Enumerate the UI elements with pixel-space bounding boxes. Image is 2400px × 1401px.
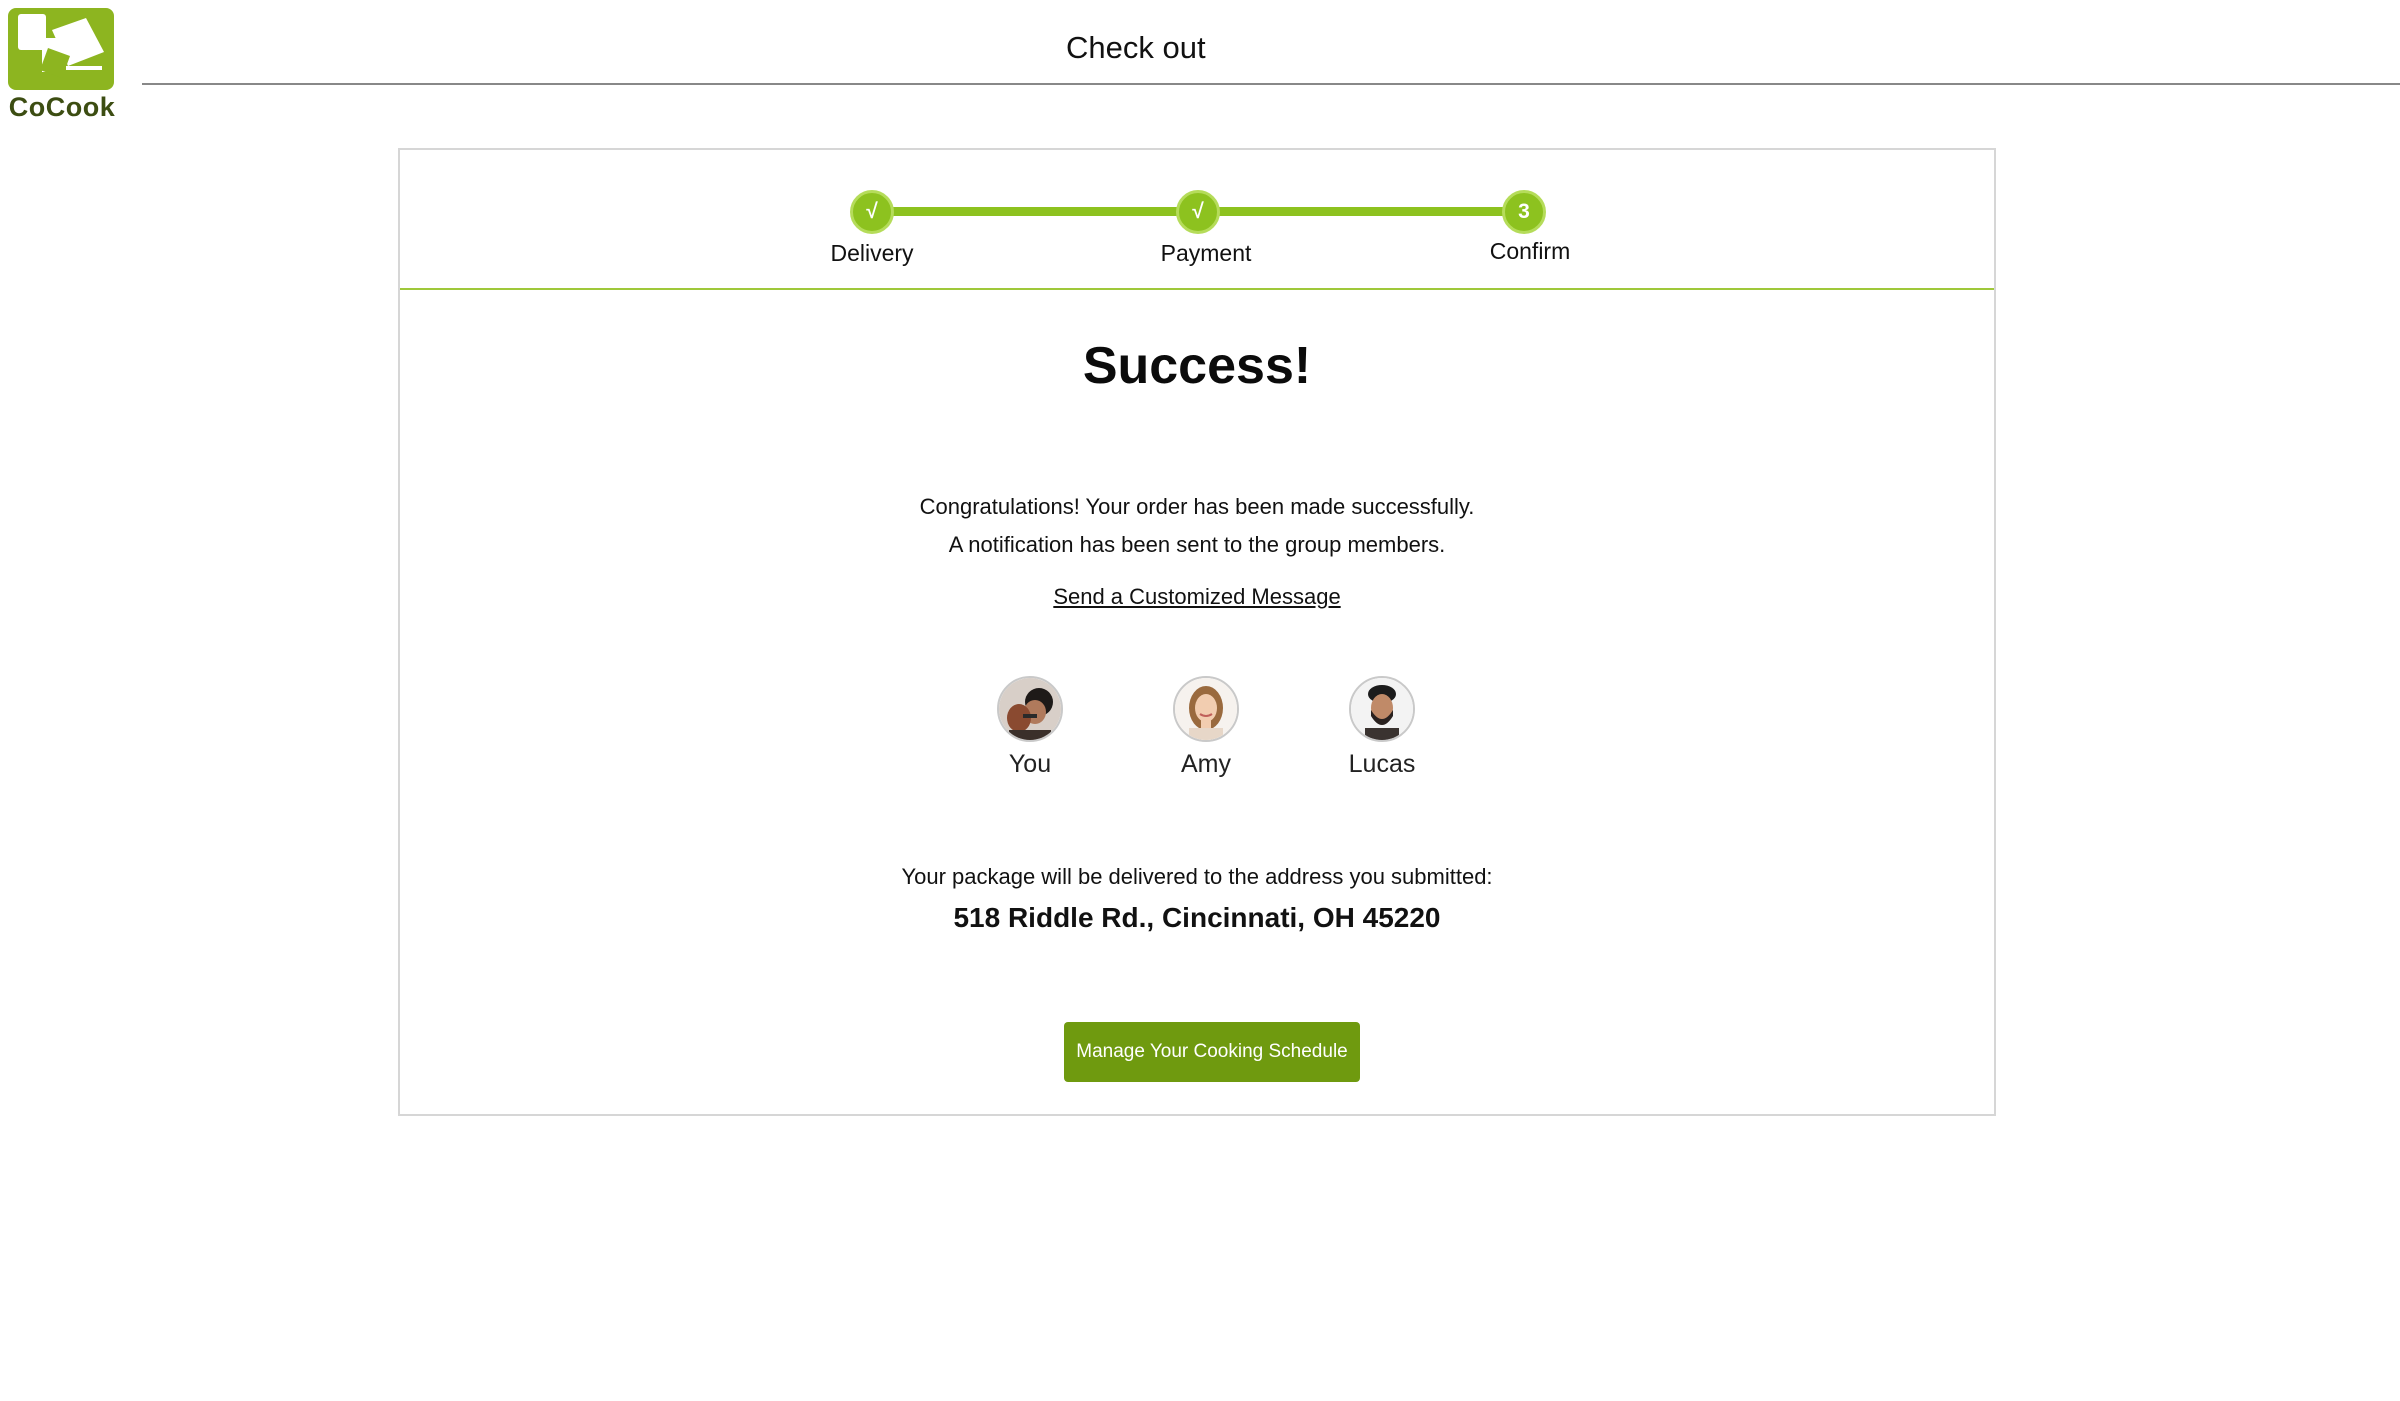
checkout-page: CoCook Check out √ Delivery √ Payment 3 … (0, 0, 2400, 1401)
cocook-logo[interactable]: CoCook (8, 8, 116, 122)
custom-message-link-wrapper: Send a Customized Message (400, 584, 1994, 610)
stepper-line-2 (1198, 207, 1524, 216)
member-lucas[interactable]: Lucas (1322, 676, 1442, 779)
avatar-lucas-icon (1349, 676, 1415, 742)
delivery-address: 518 Riddle Rd., Cincinnati, OH 45220 (953, 902, 1441, 933)
stepper-line-1 (872, 207, 1202, 216)
send-customized-message-link[interactable]: Send a Customized Message (1053, 584, 1340, 609)
member-name: Lucas (1348, 750, 1416, 778)
avatar-you-icon (997, 676, 1063, 742)
member-amy[interactable]: Amy (1146, 676, 1266, 779)
member-name: Amy (1181, 750, 1231, 778)
step-confirm-label: Confirm (1489, 238, 1571, 264)
member-name: You (1008, 750, 1052, 778)
member-you[interactable]: You (970, 676, 1090, 779)
delivery-note: Your package will be delivered to the ad… (901, 864, 1493, 889)
step-delivery-check-icon[interactable]: √ (850, 190, 894, 234)
step-payment-check-icon[interactable]: √ (1176, 190, 1220, 234)
stepper-divider (400, 288, 1994, 290)
logo-mark-icon (8, 8, 114, 90)
manage-cooking-schedule-button[interactable]: Manage Your Cooking Schedule (1064, 1022, 1360, 1082)
header-divider (142, 83, 2400, 85)
logo-text: CoCook (8, 92, 116, 122)
step-delivery-label: Delivery (830, 240, 914, 266)
avatar-amy-icon (1173, 676, 1239, 742)
checkout-card: √ Delivery √ Payment 3 Confirm Success! … (398, 148, 1996, 1116)
success-message-line1: Congratulations! Your order has been mad… (919, 494, 1475, 519)
success-message-line2: A notification has been sent to the grou… (948, 532, 1446, 557)
step-payment-label: Payment (1160, 240, 1252, 266)
page-title: Check out (1066, 30, 1206, 65)
step-confirm-number[interactable]: 3 (1502, 190, 1546, 234)
success-heading: Success! (1082, 337, 1312, 395)
